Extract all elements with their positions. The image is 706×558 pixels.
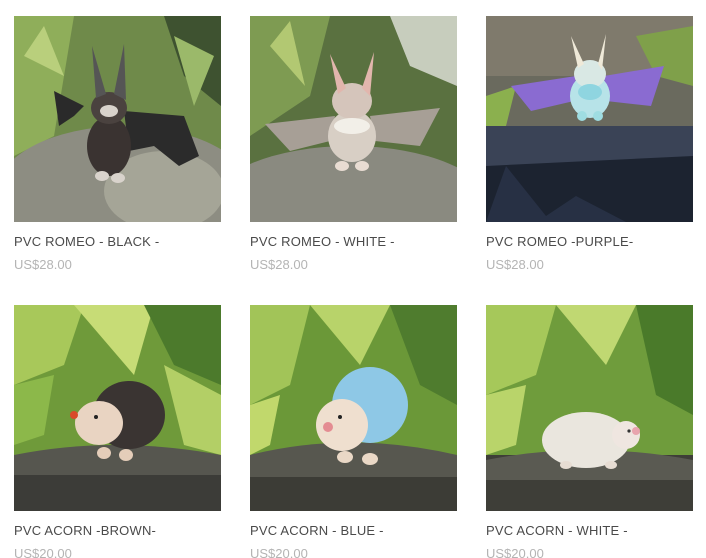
product-price: US$28.00 xyxy=(486,257,544,272)
product-title[interactable]: PVC ACORN - BLUE - xyxy=(250,523,457,539)
product-title[interactable]: PVC ACORN - WHITE - xyxy=(486,523,693,539)
product-price: US$20.00 xyxy=(250,546,308,558)
product-title[interactable]: PVC ROMEO - BLACK - xyxy=(14,234,221,250)
product-card[interactable]: PVC ACORN - WHITE - US$20.00 xyxy=(486,305,693,558)
product-image-black-bat[interactable] xyxy=(14,16,221,222)
product-image-brown-hedgehog[interactable] xyxy=(14,305,221,511)
product-title[interactable]: PVC ROMEO -PURPLE- xyxy=(486,234,693,250)
product-image-purple-bat[interactable] xyxy=(486,16,693,222)
product-price: US$28.00 xyxy=(250,257,308,272)
product-card[interactable]: PVC ACORN - BLUE - US$20.00 xyxy=(250,305,457,558)
product-grid: PVC ROMEO - BLACK - US$28.00 PVC ROMEO -… xyxy=(0,0,706,558)
white-bat-photo xyxy=(250,16,457,222)
brown-hedgehog-photo xyxy=(14,305,221,511)
product-title[interactable]: PVC ACORN -BROWN- xyxy=(14,523,221,539)
product-card[interactable]: PVC ACORN -BROWN- US$20.00 xyxy=(14,305,221,558)
product-image-white-bat[interactable] xyxy=(250,16,457,222)
product-title[interactable]: PVC ROMEO - WHITE - xyxy=(250,234,457,250)
white-hedgehog-photo xyxy=(486,305,693,511)
product-card[interactable]: PVC ROMEO -PURPLE- US$28.00 xyxy=(486,16,693,273)
purple-bat-photo xyxy=(486,16,693,222)
product-price: US$28.00 xyxy=(14,257,72,272)
product-price: US$20.00 xyxy=(486,546,544,558)
product-price: US$20.00 xyxy=(14,546,72,558)
blue-hedgehog-photo xyxy=(250,305,457,511)
product-card[interactable]: PVC ROMEO - WHITE - US$28.00 xyxy=(250,16,457,273)
product-image-white-hedgehog[interactable] xyxy=(486,305,693,511)
black-bat-photo xyxy=(14,16,221,222)
product-image-blue-hedgehog[interactable] xyxy=(250,305,457,511)
product-card[interactable]: PVC ROMEO - BLACK - US$28.00 xyxy=(14,16,221,273)
